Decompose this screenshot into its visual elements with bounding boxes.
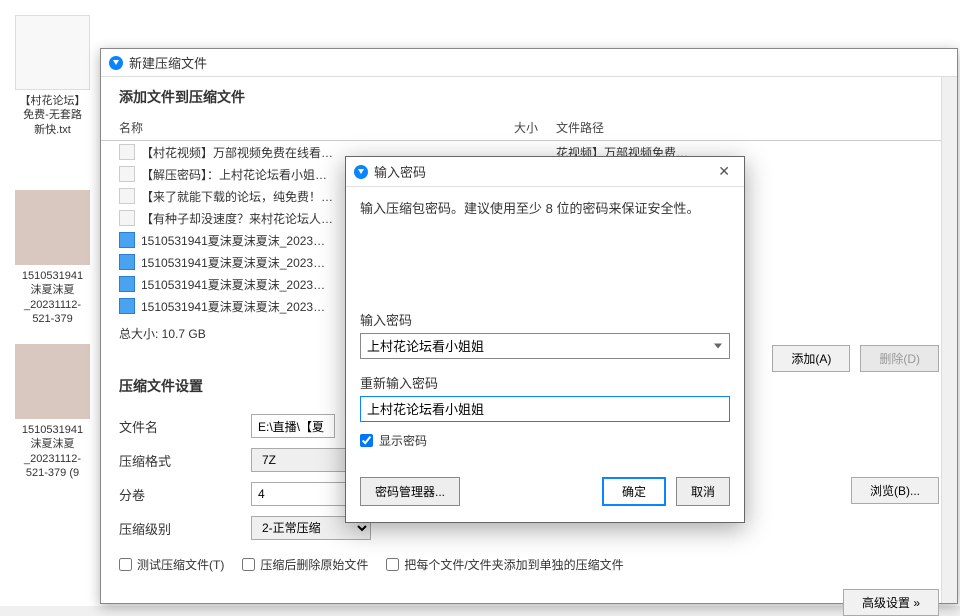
image-file-icon [119,232,135,248]
label-filename: 文件名 [119,417,251,436]
col-name[interactable]: 名称 [119,119,514,136]
desktop-icons-column: 【村花论坛】 免费-无套路 新快.txt 1510531941 沫夏沫夏 _20… [10,190,95,490]
label-password: 输入密码 [360,310,730,329]
advanced-button[interactable]: 高级设置 [843,589,939,616]
label-password-confirm: 重新输入密码 [360,373,730,392]
close-icon[interactable]: ✕ [712,163,736,180]
image-file-icon [119,276,135,292]
password-confirm-input[interactable] [360,396,730,422]
filename-input[interactable] [251,414,335,438]
check-delete-original[interactable]: 压缩后删除原始文件 [242,556,368,573]
check-show-password[interactable]: 显示密码 [360,432,730,449]
app-icon [109,56,123,70]
text-file-icon [119,210,135,226]
password-manager-button[interactable]: 密码管理器... [360,477,460,506]
file-list-header: 名称 大小 文件路径 [101,115,957,141]
delete-button[interactable]: 删除(D) [860,345,939,372]
modal-title: 输入密码 [374,162,426,181]
titlebar[interactable]: 新建压缩文件 [101,49,957,77]
section-heading-add: 添加文件到压缩文件 [119,87,957,107]
browse-button[interactable]: 浏览(B)... [851,477,939,504]
check-separate-archives[interactable]: 把每个文件/文件夹添加到单独的压缩文件 [386,556,623,573]
image-file-icon [119,254,135,270]
password-input[interactable] [360,333,730,359]
desktop-item-label: 1510531941 沫夏沫夏 _20231112- 521-379 [10,269,95,326]
password-hint: 输入压缩包密码。建议使用至少 8 位的密码来保证安全性。 [360,199,730,220]
app-icon [354,165,368,179]
col-size[interactable]: 大小 [514,119,556,136]
image-file-icon [119,298,135,314]
file-icon [15,15,90,90]
text-file-icon [119,166,135,182]
text-file-icon [119,144,135,160]
ok-button[interactable]: 确定 [602,477,666,506]
desktop-item[interactable]: 1510531941 沫夏沫夏 _20231112- 521-379 (9 [10,344,95,480]
desktop-item-label: 1510531941 沫夏沫夏 _20231112- 521-379 (9 [10,423,95,480]
desktop-item-label[interactable]: 【村花论坛】 免费-无套路 新快.txt [10,94,95,137]
desktop-item[interactable]: 1510531941 沫夏沫夏 _20231112- 521-379 [10,190,95,326]
text-file-icon [119,188,135,204]
add-button[interactable]: 添加(A) [772,345,850,372]
image-thumbnail [15,190,90,265]
modal-titlebar[interactable]: 输入密码 ✕ [346,157,744,187]
window-title: 新建压缩文件 [129,53,207,72]
check-test[interactable]: 测试压缩文件(T) [119,556,224,573]
password-dialog: 输入密码 ✕ 输入压缩包密码。建议使用至少 8 位的密码来保证安全性。 输入密码… [345,156,745,523]
col-path[interactable]: 文件路径 [556,119,939,136]
label-split: 分卷 [119,485,251,504]
label-level: 压缩级别 [119,519,251,538]
scrollbar[interactable] [941,77,957,603]
cancel-button[interactable]: 取消 [676,477,730,506]
image-thumbnail [15,344,90,419]
label-format: 压缩格式 [119,451,251,470]
